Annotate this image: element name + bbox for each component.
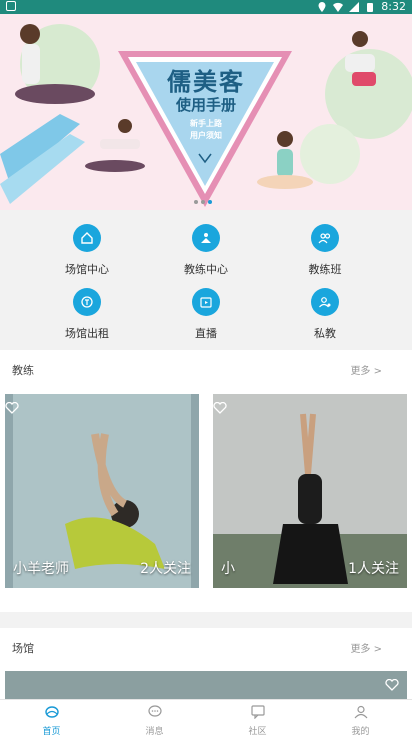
private-coach-icon: [311, 288, 339, 316]
section-title: 教练: [12, 364, 34, 377]
menu-label: 直播: [195, 327, 217, 340]
tab-messages[interactable]: 消息: [103, 700, 206, 735]
menu-item-venue-rental[interactable]: 场馆出租: [42, 288, 132, 341]
notification-icon: [6, 1, 16, 11]
follow-count: 2人关注: [140, 561, 191, 577]
menu-item-coach-center[interactable]: 教练中心: [161, 224, 251, 277]
group-icon: [311, 224, 339, 252]
banner-subtitle: 使用手册: [175, 96, 236, 114]
tab-label: 消息: [145, 727, 164, 735]
venue-section: 场馆 更多 >: [0, 628, 412, 699]
coach-name: 小羊老师: [13, 561, 69, 577]
menu-item-venue-center[interactable]: 场馆中心: [42, 224, 132, 277]
menu-label: 教练中心: [184, 263, 228, 276]
follow-count: 1人关注: [348, 561, 399, 577]
carousel-dot: [194, 200, 198, 204]
heart-icon[interactable]: [5, 402, 19, 414]
message-icon: [147, 705, 162, 717]
carousel-dot: [201, 200, 205, 204]
banner-line-2: 用户须知: [190, 131, 222, 140]
battery-icon: [367, 3, 374, 12]
function-menu: 场馆中心 教练中心 教练班 场馆出租 直播 私教: [0, 212, 412, 348]
banner-line-1: 新手上路: [190, 119, 222, 128]
menu-label: 场馆中心: [65, 263, 109, 276]
status-time: 8:32: [381, 0, 406, 13]
coach-card[interactable]: 小 1人关注: [213, 394, 407, 588]
coach-icon: [192, 224, 220, 252]
banner-title: 儒美客: [167, 68, 245, 96]
tab-label: 我的: [351, 727, 370, 735]
tab-label: 首页: [42, 727, 61, 735]
venue-card[interactable]: [5, 671, 407, 699]
tab-home[interactable]: 首页: [0, 700, 103, 735]
menu-item-live[interactable]: 直播: [161, 288, 251, 341]
section-header: 场馆 更多 >: [0, 628, 412, 666]
coach-card[interactable]: 小羊老师 2人关注: [5, 394, 199, 588]
carousel-dot-active: [208, 200, 212, 204]
coach-name: 小: [221, 561, 235, 577]
menu-label: 教练班: [308, 263, 342, 276]
more-link[interactable]: 更多 >: [350, 640, 382, 655]
profile-icon: [354, 705, 367, 719]
menu-item-coach-class[interactable]: 教练班: [280, 224, 370, 277]
wifi-icon: [333, 2, 344, 12]
menu-label: 私教: [314, 327, 336, 340]
coach-section: 教练 更多 > 小羊老师 2人关注 小 1人关注: [0, 350, 412, 612]
status-bar: 8:32: [0, 0, 412, 14]
rent-icon: [73, 288, 101, 316]
carousel-indicator: [194, 200, 212, 204]
heart-icon[interactable]: [385, 679, 399, 691]
tab-profile[interactable]: 我的: [309, 700, 412, 735]
home-icon: [73, 224, 101, 252]
heart-icon[interactable]: [213, 402, 227, 414]
signal-icon: [349, 2, 360, 12]
tab-community[interactable]: 社区: [206, 700, 309, 735]
menu-item-private-coach[interactable]: 私教: [280, 288, 370, 341]
banner-carousel[interactable]: 儒美客 使用手册 新手上路 用户须知: [0, 14, 412, 210]
tab-label: 社区: [248, 727, 267, 735]
bottom-tab-bar: 首页 消息 社区 我的: [0, 699, 412, 735]
section-header: 教练 更多 >: [0, 350, 412, 388]
home-tab-icon: [44, 706, 59, 718]
live-icon: [192, 288, 220, 316]
location-icon: [318, 2, 326, 12]
more-link[interactable]: 更多 >: [350, 362, 382, 377]
section-title: 场馆: [12, 642, 34, 655]
menu-label: 场馆出租: [65, 327, 109, 340]
community-icon: [250, 705, 265, 720]
